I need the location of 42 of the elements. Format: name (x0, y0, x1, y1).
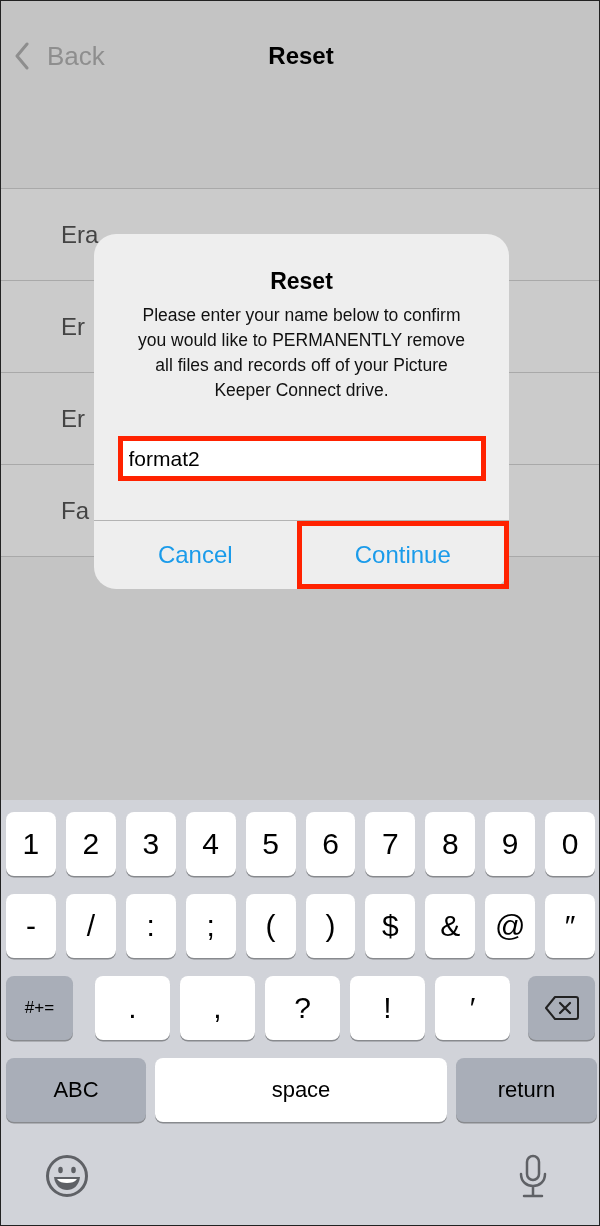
name-field[interactable]: format2 (122, 441, 481, 476)
list-item[interactable]: Er (61, 312, 85, 341)
delete-icon (544, 995, 579, 1021)
keyboard-key[interactable]: ) (305, 894, 356, 958)
keyboard-key[interactable]: . (95, 976, 170, 1040)
dialog-title: Reset (270, 268, 333, 295)
keyboard-key[interactable]: @ (485, 894, 536, 958)
chevron-left-icon (15, 42, 29, 70)
keyboard-key[interactable]: ′ (435, 976, 510, 1040)
keyboard-key[interactable]: - (6, 894, 56, 958)
emoji-icon[interactable] (45, 1154, 89, 1198)
keyboard-key[interactable]: $ (365, 894, 416, 958)
keyboard-key[interactable]: ″ (545, 894, 596, 958)
keyboard-key[interactable]: 7 (365, 812, 416, 876)
keyboard-key[interactable]: 8 (425, 812, 476, 876)
keyboard-key[interactable]: ! (350, 976, 425, 1040)
keyboard-key[interactable]: 4 (185, 812, 236, 876)
list-item[interactable]: Era (61, 220, 99, 249)
keyboard-key[interactable]: ABC (6, 1058, 146, 1122)
keyboard-key[interactable]: 5 (245, 812, 296, 876)
keyboard-key[interactable]: ? (265, 976, 340, 1040)
space-key[interactable]: space (155, 1058, 447, 1122)
keyboard-key[interactable]: 1 (6, 812, 56, 876)
delete-key[interactable] (528, 976, 595, 1040)
keyboard-key[interactable]: return (456, 1058, 597, 1122)
list-item[interactable]: Fa (61, 496, 89, 525)
microphone-icon[interactable] (517, 1154, 549, 1198)
page-title: Reset (267, 42, 335, 70)
keyboard-key[interactable]: , (180, 976, 255, 1040)
keyboard-key[interactable]: ( (245, 894, 296, 958)
keyboard-key[interactable]: 2 (65, 812, 116, 876)
dialog-message: Please enter your name below to confirm you would like to PERMANENTLY remove all files and records off of your Picture Keeper Connect drive. (136, 304, 467, 402)
list-item[interactable]: Er (61, 404, 85, 433)
keyboard-key[interactable]: #+= (6, 976, 73, 1040)
keyboard-key[interactable]: 3 (125, 812, 176, 876)
keyboard-key[interactable]: 0 (545, 812, 596, 876)
keyboard-key[interactable]: / (65, 894, 116, 958)
keyboard-key[interactable]: & (425, 894, 476, 958)
keyboard-key[interactable]: : (125, 894, 176, 958)
keyboard-key[interactable]: ; (185, 894, 236, 958)
keyboard-key[interactable]: 6 (305, 812, 356, 876)
keyboard-key[interactable]: 9 (485, 812, 536, 876)
